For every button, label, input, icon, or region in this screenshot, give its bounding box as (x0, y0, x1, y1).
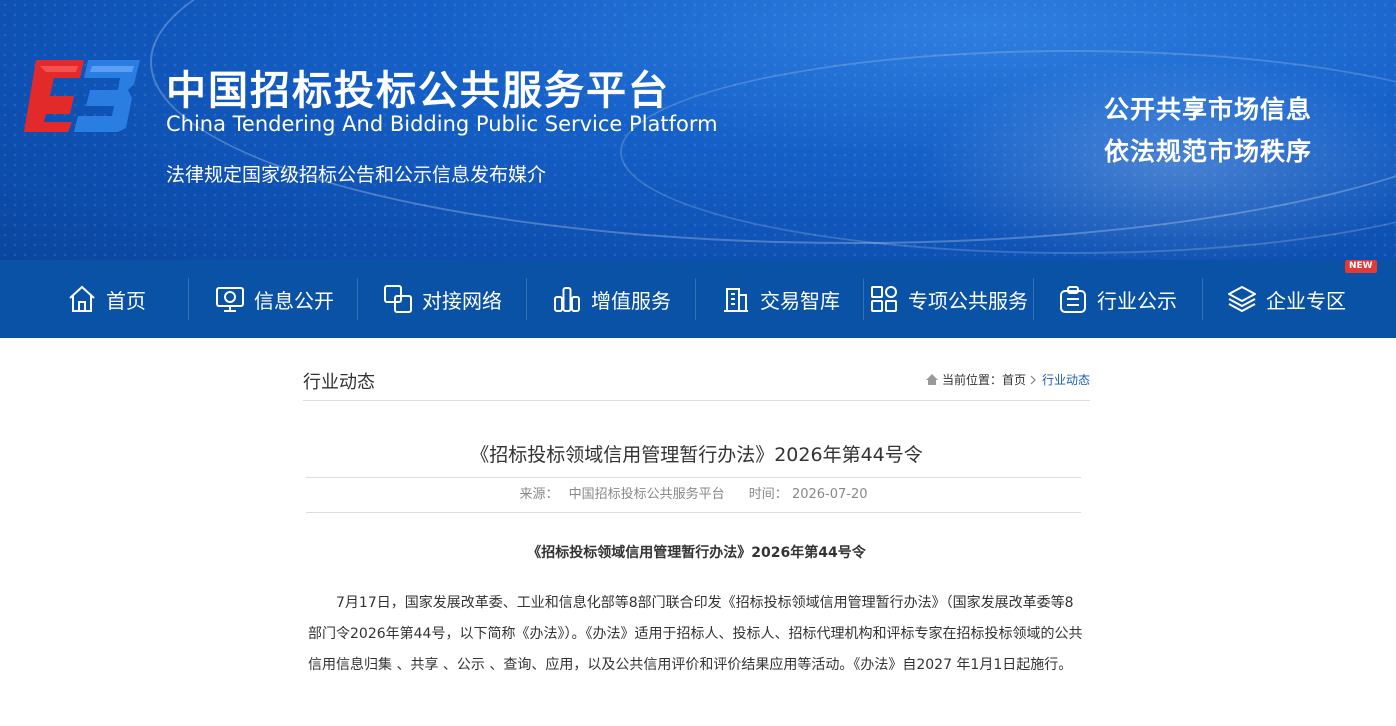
nav-item-label: 对接网络 (422, 288, 502, 313)
nav-item-enterprise[interactable]: 企业专区 (1226, 260, 1346, 338)
nav-item-label: 企业专区 (1266, 288, 1346, 313)
home-icon (69, 285, 95, 312)
home-icon (925, 374, 938, 385)
nav-divider (526, 278, 527, 320)
site-subtitle: 法律规定国家级招标公告和公示信息发布媒介 (166, 164, 547, 186)
layers-icon (1228, 286, 1256, 312)
nav-divider (188, 278, 189, 320)
nav-item-label: 专项公共服务 (908, 288, 1028, 313)
nav-item-label: 首页 (106, 288, 146, 313)
site-header: 中国招标投标公共服务平台 China Tendering And Bidding… (0, 0, 1396, 260)
new-badge: NEW (1345, 260, 1377, 273)
section-header: 行业动态 当前位置： 首页 行业动态 (303, 368, 1090, 401)
monitor-icon (216, 287, 244, 312)
article-meta: 来源： 中国招标投标公共服务平台 时间： 2026-07-20 (306, 477, 1081, 513)
building-icon (724, 288, 748, 312)
time-label: 时间： (748, 487, 788, 502)
nav-item-label: 行业公示 (1097, 288, 1177, 313)
slogan-line-1: 公开共享市场信息 (1104, 95, 1313, 124)
breadcrumb-home[interactable]: 首页 (1002, 371, 1026, 388)
nav-item-label: 交易智库 (760, 288, 840, 313)
nav-item-label: 信息公开 (254, 288, 334, 313)
article-time: 2026-07-20 (791, 487, 868, 502)
article-subtitle: 《招标投标领域信用管理暂行办法》2026年第44号令 (527, 545, 866, 561)
article-source: 中国招标投标公共服务平台 (568, 487, 725, 502)
site-title: 中国招标投标公共服务平台 (166, 68, 670, 114)
main-nav: 首页 信息公开 对接网络 增值服务 交易智库 专项公共服务 行业公示 企业专区 (0, 260, 1396, 338)
nav-divider (1033, 278, 1034, 320)
network-icon (384, 285, 412, 313)
nav-divider (863, 278, 864, 320)
nav-item-value-added[interactable]: 增值服务 (551, 260, 671, 338)
nav-item-home[interactable]: 首页 (66, 260, 146, 338)
source-label: 来源： (519, 487, 559, 502)
nav-item-think-tank[interactable]: 交易智库 (720, 260, 840, 338)
section-title: 行业动态 (303, 372, 375, 393)
breadcrumb-current[interactable]: 行业动态 (1042, 371, 1090, 388)
nav-item-industry-notice[interactable]: 行业公示 (1057, 260, 1177, 338)
breadcrumb: 当前位置： 首页 行业动态 (925, 371, 1090, 388)
clipboard-icon (1060, 286, 1086, 313)
breadcrumb-label: 当前位置： (941, 373, 1002, 387)
nav-item-info[interactable]: 信息公开 (214, 260, 334, 338)
nav-divider (357, 278, 358, 320)
bar-chart-icon (554, 287, 580, 312)
article-body: 7月17日，国家发展改革委、工业和信息化部等8部门联合印发《招标投标领域信用管理… (308, 595, 1083, 673)
chevron-right-icon (1030, 375, 1036, 384)
nav-item-network[interactable]: 对接网络 (382, 260, 502, 338)
nav-item-special-service[interactable]: 专项公共服务 (868, 260, 1028, 338)
nav-divider (695, 278, 696, 320)
nav-item-label: 增值服务 (591, 288, 671, 313)
grid-icon (871, 286, 897, 312)
nav-divider (1202, 278, 1203, 320)
slogan-line-2: 依法规范市场秩序 (1104, 137, 1313, 166)
cebpub-logo[interactable] (22, 56, 142, 134)
site-title-en: China Tendering And Bidding Public Servi… (166, 112, 718, 136)
article-title: 《招标投标领域信用管理暂行办法》2026年第44号令 (470, 444, 923, 466)
